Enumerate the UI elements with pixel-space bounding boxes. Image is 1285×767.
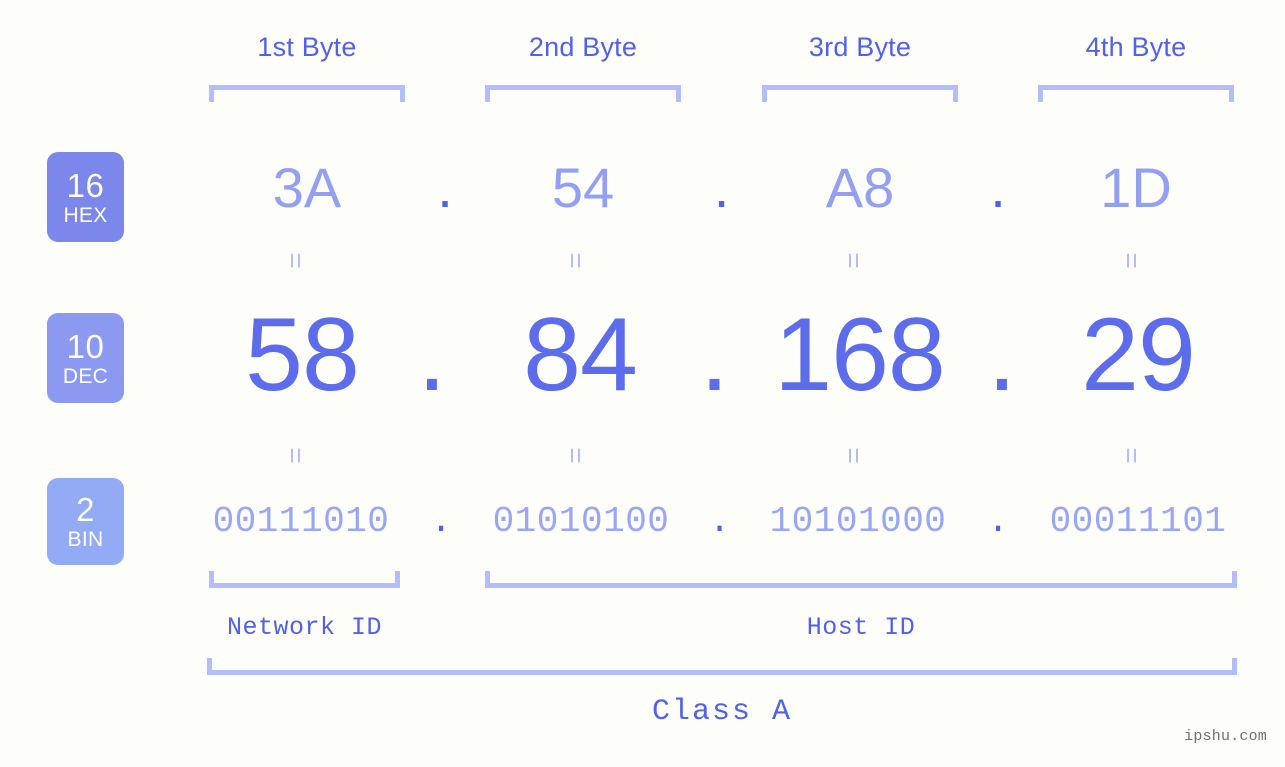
byte-header-4: 4th Byte (1085, 32, 1187, 62)
equals-dec-bin-3: = (838, 447, 870, 463)
dec-separator-3: . (987, 297, 1017, 413)
bin-separator-3: . (987, 501, 1009, 542)
bin-separator-2: . (708, 501, 731, 542)
dec-value-3: 168 (774, 297, 946, 413)
dec-value-1: 58 (245, 297, 360, 413)
bin-value-2: 01010100 (492, 501, 670, 542)
byte-bracket-2 (485, 85, 681, 102)
hex-separator-1: . (437, 156, 453, 219)
host-id-bracket (485, 571, 1237, 588)
base-badge-hex: 16 HEX (47, 152, 124, 242)
hex-value-4: 1D (1100, 156, 1172, 219)
byte-bracket-4 (1038, 85, 1234, 102)
dec-value-2: 84 (523, 297, 638, 413)
byte-bracket-1 (209, 85, 405, 102)
byte-bracket-3 (762, 85, 958, 102)
equals-hex-dec-4: = (1116, 252, 1148, 268)
equals-dec-bin-2: = (560, 447, 592, 463)
network-id-bracket (209, 571, 400, 588)
bin-value-1: 00111010 (212, 501, 390, 542)
equals-dec-bin-1: = (280, 447, 312, 463)
bin-separator-1: . (430, 501, 452, 542)
equals-hex-dec-1: = (280, 252, 312, 268)
class-bracket (207, 658, 1237, 675)
equals-dec-bin-4: = (1116, 447, 1148, 463)
hex-separator-2: . (713, 156, 730, 219)
base-badge-bin: 2 BIN (47, 478, 124, 565)
byte-header-3: 3rd Byte (808, 32, 912, 62)
base-badge-hex-number: 16 (66, 166, 105, 204)
class-label: Class A (651, 695, 793, 729)
base-badge-dec-number: 10 (66, 327, 105, 365)
equals-hex-dec-2: = (560, 252, 592, 268)
hex-value-1: 3A (272, 156, 342, 219)
base-badge-dec: 10 DEC (47, 313, 124, 403)
base-badge-bin-label: BIN (67, 528, 104, 551)
base-badge-hex-label: HEX (63, 203, 108, 227)
site-watermark: ipshu.com (1184, 728, 1267, 745)
dec-value-4: 29 (1081, 297, 1196, 413)
host-id-label: Host ID (806, 613, 916, 642)
byte-header-2: 2nd Byte (528, 32, 638, 62)
hex-value-3: A8 (825, 156, 895, 219)
hex-value-2: 54 (551, 156, 615, 219)
byte-header-1: 1st Byte (257, 32, 357, 62)
bin-value-3: 10101000 (769, 501, 947, 542)
equals-hex-dec-3: = (838, 252, 870, 268)
network-id-label: Network ID (226, 613, 383, 642)
base-badge-bin-number: 2 (76, 491, 95, 528)
ip-breakdown-diagram: 1st Byte 2nd Byte 3rd Byte 4th Byte 16 H… (0, 0, 1285, 767)
hex-separator-3: . (990, 156, 1006, 219)
dec-separator-2: . (700, 297, 729, 413)
dec-separator-1: . (417, 297, 447, 413)
base-badge-dec-label: DEC (62, 364, 109, 388)
bin-value-4: 00011101 (1049, 501, 1227, 542)
